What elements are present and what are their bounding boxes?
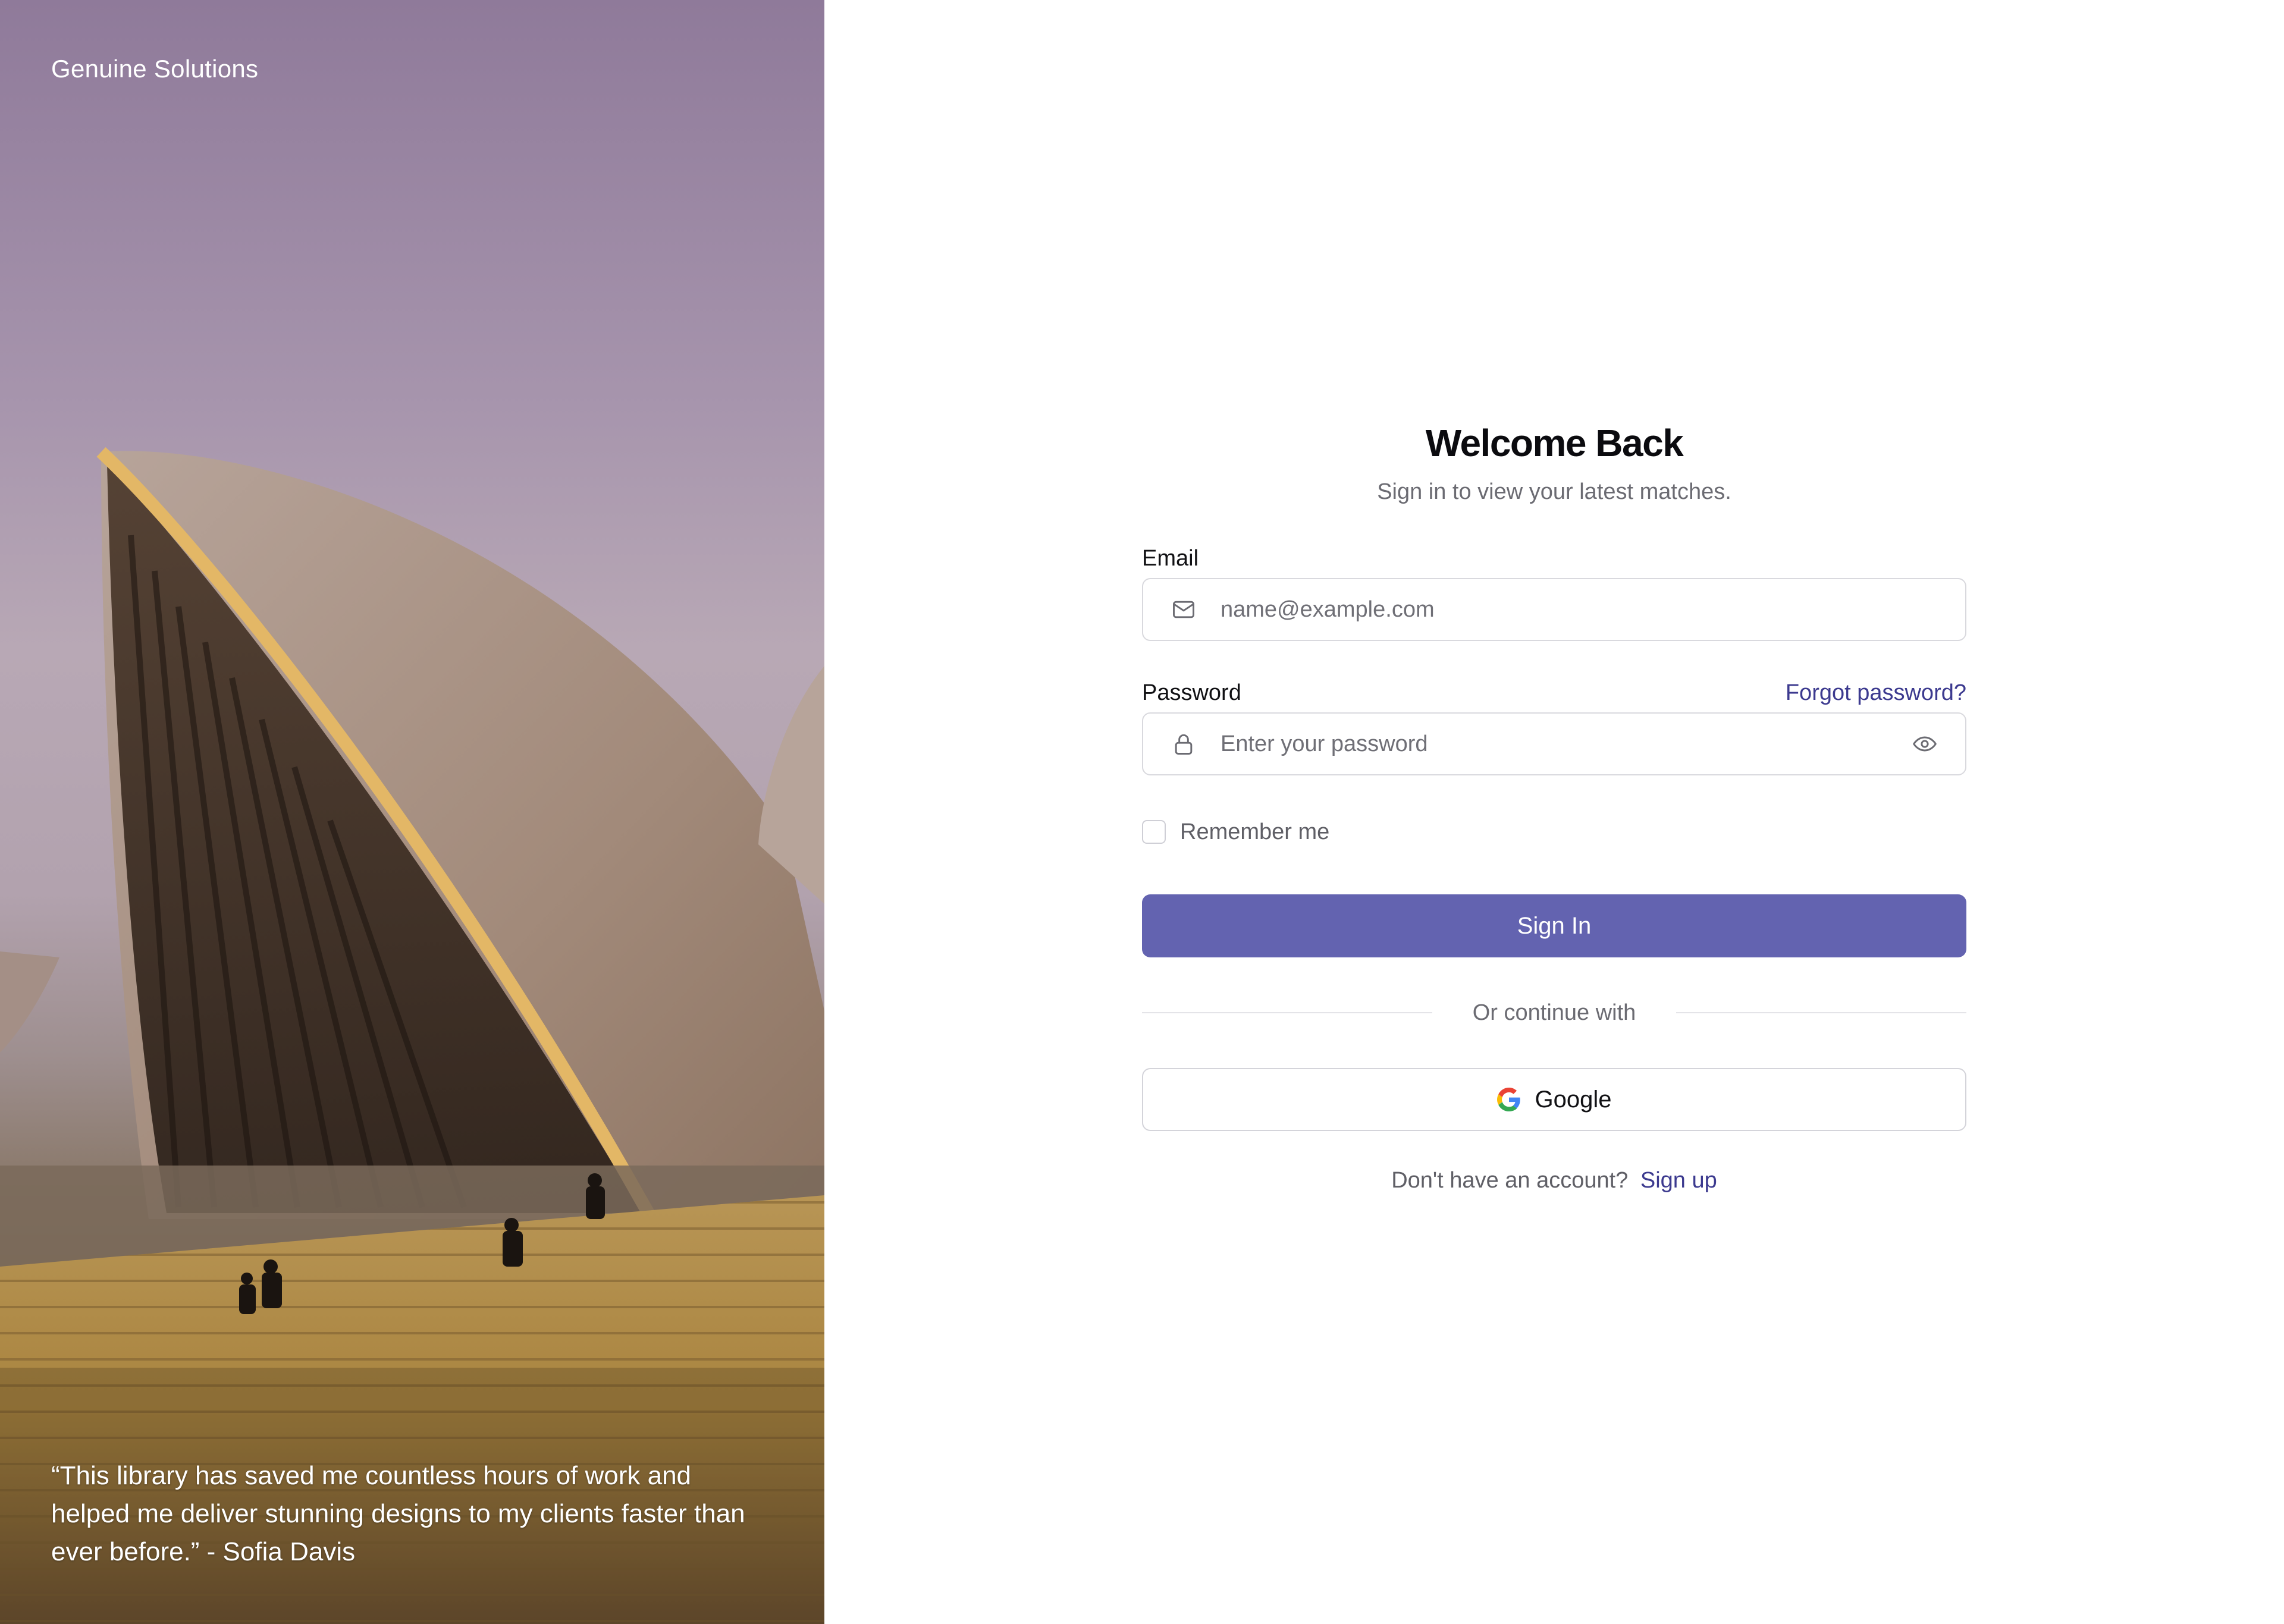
google-sign-in-button[interactable]: Google — [1142, 1068, 1966, 1131]
sign-up-link[interactable]: Sign up — [1640, 1168, 1717, 1193]
remember-me-checkbox[interactable] — [1142, 820, 1166, 844]
email-label: Email — [1142, 546, 1199, 571]
testimonial-quote: “This library has saved me countless hou… — [51, 1461, 745, 1566]
email-group: Email — [1142, 544, 1966, 641]
page-title: Welcome Back — [1425, 422, 1684, 464]
password-label: Password — [1142, 680, 1241, 705]
email-input-wrapper[interactable] — [1142, 578, 1966, 641]
divider-line-left — [1142, 1012, 1432, 1013]
remember-me-label[interactable]: Remember me — [1180, 819, 1329, 845]
google-icon — [1496, 1088, 1520, 1111]
remember-me-row: Remember me — [1142, 817, 1966, 847]
mail-icon — [1173, 601, 1194, 618]
page-subtitle: Sign in to view your latest matches. — [1377, 479, 1731, 504]
sign-in-form: Welcome Back Sign in to view your latest… — [1142, 416, 1967, 1193]
sign-up-prompt: Don't have an account? — [1391, 1168, 1629, 1193]
google-button-label: Google — [1535, 1086, 1612, 1113]
password-input-wrapper[interactable] — [1142, 712, 1966, 775]
login-page: Genuine Solutions “This library has save… — [0, 0, 2284, 1624]
email-input[interactable] — [1219, 596, 1946, 623]
sign-in-button[interactable]: Sign In — [1142, 894, 1966, 957]
lock-icon — [1175, 734, 1193, 755]
eye-icon[interactable] — [1912, 731, 1938, 757]
forgot-password-link[interactable]: Forgot password? — [1786, 680, 1966, 706]
divider-text: Or continue with — [1472, 1000, 1636, 1025]
hero-image — [0, 447, 824, 1624]
form-panel: Welcome Back Sign in to view your latest… — [824, 0, 2284, 1624]
sign-up-row: Don't have an account? Sign up — [1142, 1168, 1966, 1193]
hero-panel: Genuine Solutions “This library has save… — [0, 0, 824, 1624]
password-label-row: Password Forgot password? — [1142, 678, 1966, 708]
or-divider: Or continue with — [1142, 998, 1967, 1028]
password-input[interactable] — [1219, 730, 1946, 758]
divider-line-right — [1676, 1012, 1967, 1013]
brand-name: Genuine Solutions — [51, 55, 259, 83]
password-group: Password Forgot password? — [1142, 678, 1966, 775]
